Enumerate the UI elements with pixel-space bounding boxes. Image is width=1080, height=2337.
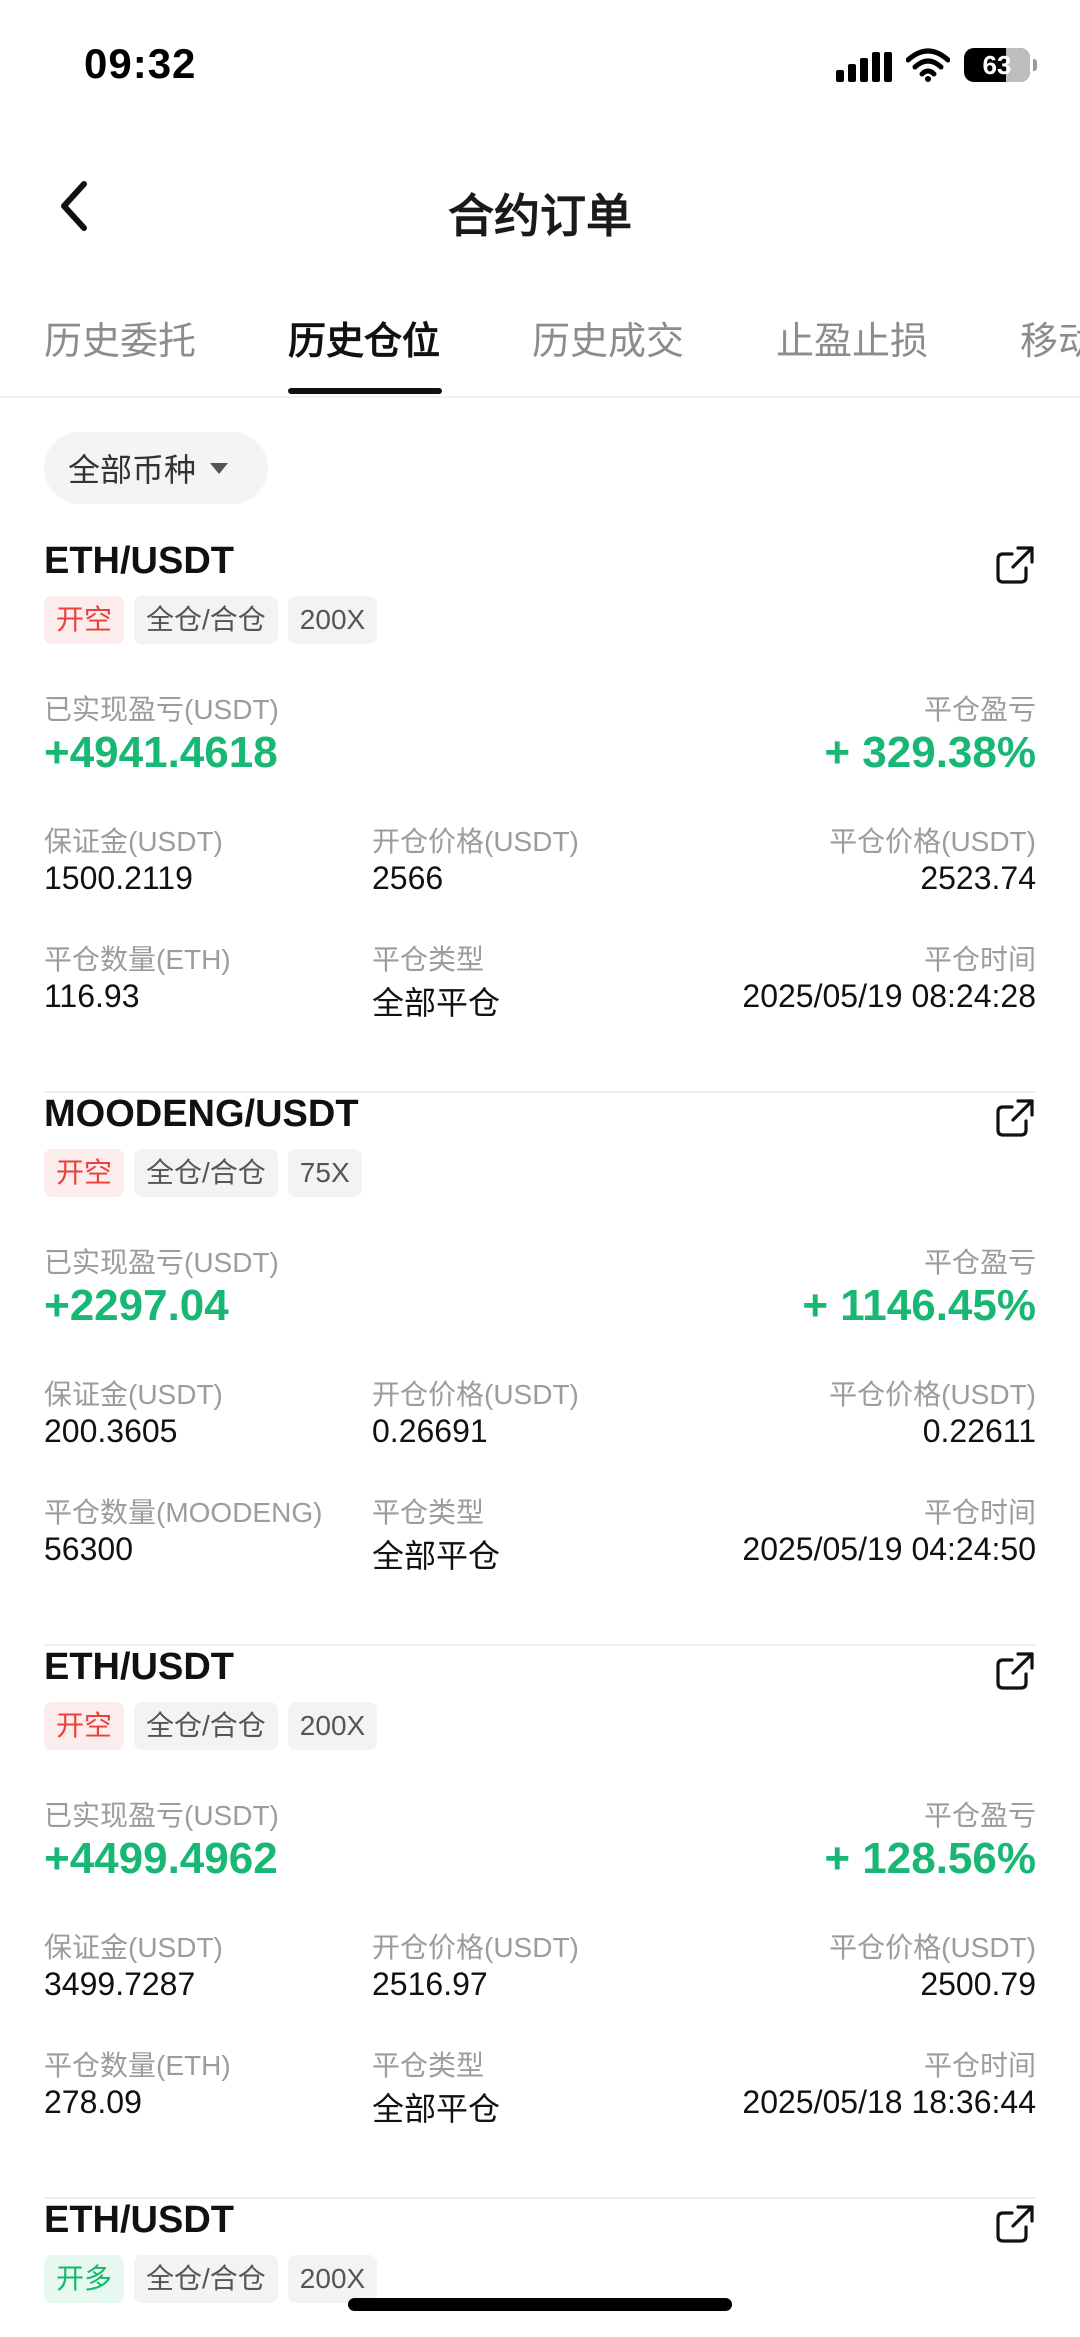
- margin-label: 保证金(USDT): [44, 826, 223, 857]
- tag-row: 开空 全仓/合仓 200X: [44, 1702, 378, 1750]
- realized-pnl-value: +2297.04: [44, 1281, 229, 1330]
- close-pnl-percent: + 329.38%: [824, 728, 1036, 777]
- tab-history-positions[interactable]: 历史仓位: [288, 310, 440, 365]
- close-time-value: 2025/05/19 08:24:28: [742, 978, 1036, 1014]
- caret-down-icon: [210, 462, 229, 474]
- margin-mode-tag: 全仓/合仓: [134, 1149, 278, 1197]
- realized-pnl-label: 已实现盈亏(USDT): [44, 1247, 279, 1278]
- tag-row: 开多 全仓/合仓 200X: [44, 2255, 378, 2303]
- close-pnl-percent: + 1146.45%: [802, 1281, 1036, 1330]
- page: 09:32 63 合约订单 历史委托 历史仓位 历史成交 止盈止损 移动 全部币…: [0, 0, 1080, 2337]
- tab-bar: 历史委托 历史仓位 历史成交 止盈止损 移动: [0, 296, 1080, 398]
- share-icon[interactable]: [994, 544, 1036, 586]
- pair-name: ETH/USDT: [44, 1646, 234, 1688]
- close-qty-value: 278.09: [44, 2084, 142, 2120]
- pair-name: ETH/USDT: [44, 2199, 234, 2241]
- side-tag: 开空: [44, 1149, 125, 1197]
- close-qty-label: 平仓数量(ETH): [44, 944, 231, 975]
- close-qty-label: 平仓数量(MOODENG): [44, 1497, 323, 1528]
- close-pnl-percent: + 128.56%: [824, 1834, 1036, 1883]
- side-tag: 开多: [44, 2255, 125, 2303]
- tab-trailing[interactable]: 移动: [1020, 310, 1080, 365]
- close-type-value: 全部平仓: [372, 1538, 501, 1574]
- wifi-icon: [906, 48, 950, 82]
- close-type-label: 平仓类型: [372, 1497, 485, 1528]
- close-time-value: 2025/05/19 04:24:50: [742, 1531, 1036, 1567]
- status-bar: 09:32 63: [0, 0, 1080, 140]
- page-title: 合约订单: [448, 190, 632, 242]
- realized-pnl-value: +4941.4618: [44, 728, 278, 777]
- margin-mode-tag: 全仓/合仓: [134, 596, 278, 644]
- tag-row: 开空 全仓/合仓 75X: [44, 1149, 362, 1197]
- close-time-label: 平仓时间: [923, 1497, 1036, 1528]
- close-price-label: 平仓价格(USDT): [829, 1379, 1036, 1410]
- open-price-value: 2566: [372, 860, 444, 896]
- leverage-tag: 200X: [287, 2255, 378, 2303]
- battery-icon: 63: [964, 48, 1037, 82]
- battery-text: 63: [982, 49, 1012, 80]
- leverage-tag: 75X: [287, 1149, 362, 1197]
- tab-tp-sl[interactable]: 止盈止损: [776, 310, 928, 365]
- position-card[interactable]: ETH/USDT 开多 全仓/合仓 200X: [44, 2199, 1036, 2337]
- close-price-label: 平仓价格(USDT): [829, 1932, 1036, 1963]
- cellular-signal-icon: [836, 48, 892, 82]
- open-price-label: 开仓价格(USDT): [372, 1932, 579, 1963]
- close-price-label: 平仓价格(USDT): [829, 826, 1036, 857]
- pair-name: ETH/USDT: [44, 540, 234, 582]
- open-price-value: 0.26691: [372, 1413, 488, 1449]
- close-price-value: 0.22611: [922, 1413, 1036, 1449]
- realized-pnl-label: 已实现盈亏(USDT): [44, 1800, 279, 1831]
- margin-mode-tag: 全仓/合仓: [134, 2255, 278, 2303]
- close-time-label: 平仓时间: [923, 2050, 1036, 2081]
- side-tag: 开空: [44, 596, 125, 644]
- margin-label: 保证金(USDT): [44, 1932, 223, 1963]
- share-icon[interactable]: [994, 1650, 1036, 1692]
- pair-name: MOODENG/USDT: [44, 1093, 359, 1135]
- coin-filter-dropdown[interactable]: 全部币种: [44, 432, 268, 504]
- position-card[interactable]: ETH/USDT 开空 全仓/合仓 200X 已实现盈亏(USDT) 平仓盈亏 …: [44, 1646, 1036, 2199]
- close-type-value: 全部平仓: [372, 985, 501, 1021]
- side-tag: 开空: [44, 1702, 125, 1750]
- close-qty-label: 平仓数量(ETH): [44, 2050, 231, 2081]
- realized-pnl-value: +4499.4962: [44, 1834, 278, 1883]
- active-tab-indicator: [288, 388, 442, 394]
- realized-pnl-label: 已实现盈亏(USDT): [44, 694, 279, 725]
- margin-label: 保证金(USDT): [44, 1379, 223, 1410]
- close-qty-value: 116.93: [44, 978, 140, 1014]
- close-type-label: 平仓类型: [372, 944, 485, 975]
- coin-filter-label: 全部币种: [68, 452, 197, 488]
- close-time-label: 平仓时间: [923, 944, 1036, 975]
- close-qty-value: 56300: [44, 1531, 133, 1567]
- tab-history-orders[interactable]: 历史委托: [44, 310, 196, 365]
- position-card[interactable]: ETH/USDT 开空 全仓/合仓 200X 已实现盈亏(USDT) 平仓盈亏 …: [44, 540, 1036, 1093]
- status-time: 09:32: [84, 40, 197, 87]
- open-price-label: 开仓价格(USDT): [372, 826, 579, 857]
- close-price-value: 2500.79: [920, 1966, 1036, 2002]
- share-icon[interactable]: [994, 2203, 1036, 2245]
- open-price-label: 开仓价格(USDT): [372, 1379, 579, 1410]
- close-pnl-label: 平仓盈亏: [923, 1800, 1036, 1831]
- close-type-value: 全部平仓: [372, 2091, 501, 2127]
- open-price-value: 2516.97: [372, 1966, 488, 2002]
- margin-value: 200.3605: [44, 1413, 178, 1449]
- close-pnl-label: 平仓盈亏: [923, 694, 1036, 725]
- close-pnl-label: 平仓盈亏: [923, 1247, 1036, 1278]
- status-icons: 63: [836, 48, 1037, 82]
- tab-history-trades[interactable]: 历史成交: [532, 310, 684, 365]
- tag-row: 开空 全仓/合仓 200X: [44, 596, 378, 644]
- close-price-value: 2523.74: [920, 860, 1036, 896]
- close-time-value: 2025/05/18 18:36:44: [742, 2084, 1036, 2120]
- position-card[interactable]: MOODENG/USDT 开空 全仓/合仓 75X 已实现盈亏(USDT) 平仓…: [44, 1093, 1036, 1646]
- share-icon[interactable]: [994, 1097, 1036, 1139]
- margin-mode-tag: 全仓/合仓: [134, 1702, 278, 1750]
- header: 合约订单: [0, 150, 1080, 262]
- margin-value: 3499.7287: [44, 1966, 196, 2002]
- leverage-tag: 200X: [287, 596, 378, 644]
- margin-value: 1500.2119: [44, 860, 193, 896]
- leverage-tag: 200X: [287, 1702, 378, 1750]
- close-type-label: 平仓类型: [372, 2050, 485, 2081]
- home-indicator: [348, 2298, 732, 2311]
